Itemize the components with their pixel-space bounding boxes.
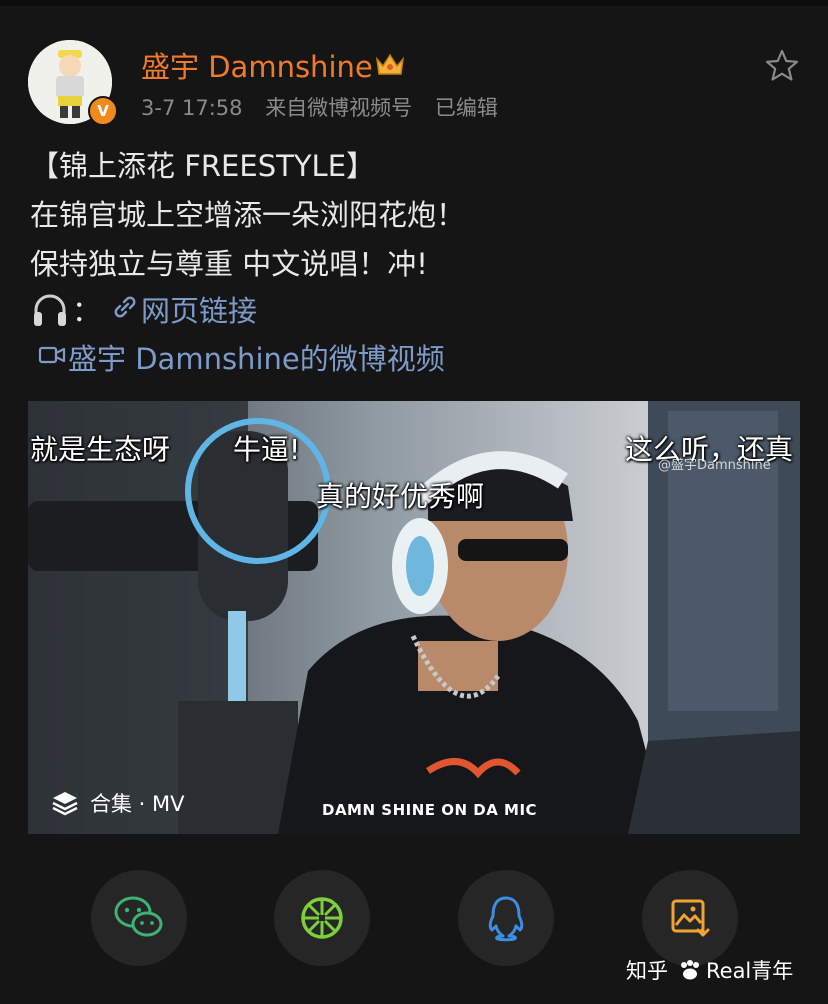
save-image-button[interactable] (642, 870, 738, 966)
video-link[interactable]: 盛宇 Damnshine的微博视频 (68, 336, 445, 378)
video-camera-icon (38, 346, 66, 364)
danmu-comment: 就是生态呀 (30, 433, 171, 466)
favorite-star-icon[interactable] (764, 48, 800, 84)
danmu-comment: 真的好优秀啊 (316, 480, 485, 513)
paw-icon (681, 960, 699, 980)
share-wechat-button[interactable] (91, 870, 187, 966)
verified-badge-icon: V (88, 96, 118, 126)
collection-tag[interactable]: 合集 · MV (50, 788, 185, 818)
username[interactable]: 盛宇 Damnshine (141, 44, 373, 86)
danmu-comment: 牛逼! (233, 433, 301, 466)
collection-label: 合集 · MV (90, 792, 185, 816)
post-meta: 3-7 17:58 来自微博视频号 已编辑 (141, 92, 514, 122)
layers-icon (52, 792, 78, 816)
wechat-icon (114, 896, 163, 937)
account-name: Real青年 (706, 959, 794, 983)
video-caption: DAMN SHINE ON DA MIC (322, 801, 538, 819)
share-qq-button[interactable] (458, 870, 554, 966)
video-player[interactable]: 就是生态呀 牛逼! 真的好优秀啊 这么听，还真 @盛宇Damnshine 合集 … (28, 401, 800, 834)
headphones-icon (34, 294, 66, 326)
save-image-icon (671, 899, 710, 937)
music-colon: ： (72, 294, 102, 328)
platform-name: 知乎 (626, 959, 668, 983)
top-divider (0, 0, 828, 6)
post-time: 3-7 17:58 (141, 96, 243, 120)
moments-icon (301, 897, 343, 939)
share-moments-button[interactable] (274, 870, 370, 966)
link-icon (114, 296, 136, 318)
crown-icon (375, 53, 405, 75)
web-link[interactable]: 网页链接 (141, 288, 257, 330)
qq-icon (488, 896, 524, 942)
video-watermark: @盛宇Damnshine (658, 458, 771, 473)
post-source[interactable]: 来自微博视频号 (265, 96, 412, 120)
weibo-post-page: V 盛宇 Damnshine 3-7 17:58 来自微博视频号 已编辑 【锦上… (0, 0, 828, 1004)
post-title-line: 【锦上添花 FREESTYLE】 (30, 149, 376, 183)
edited-label[interactable]: 已编辑 (435, 96, 498, 120)
source-watermark: 知乎 Real青年 (626, 955, 793, 985)
post-text-line: 保持独立与尊重 中文说唱！冲! (30, 247, 428, 281)
post-text-line: 在锦官城上空增添一朵浏阳花炮！ (30, 198, 466, 232)
